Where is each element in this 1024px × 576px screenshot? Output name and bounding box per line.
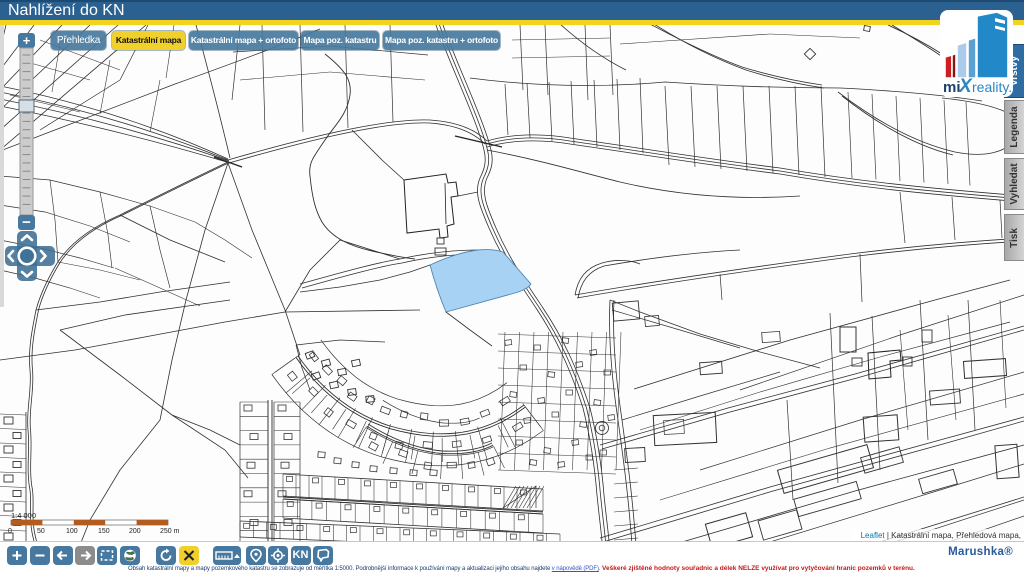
svg-text:reality.: reality. [972,79,1012,95]
svg-text:mi: mi [943,79,961,96]
svg-text:X: X [958,76,973,97]
svg-text:+: + [23,33,31,48]
